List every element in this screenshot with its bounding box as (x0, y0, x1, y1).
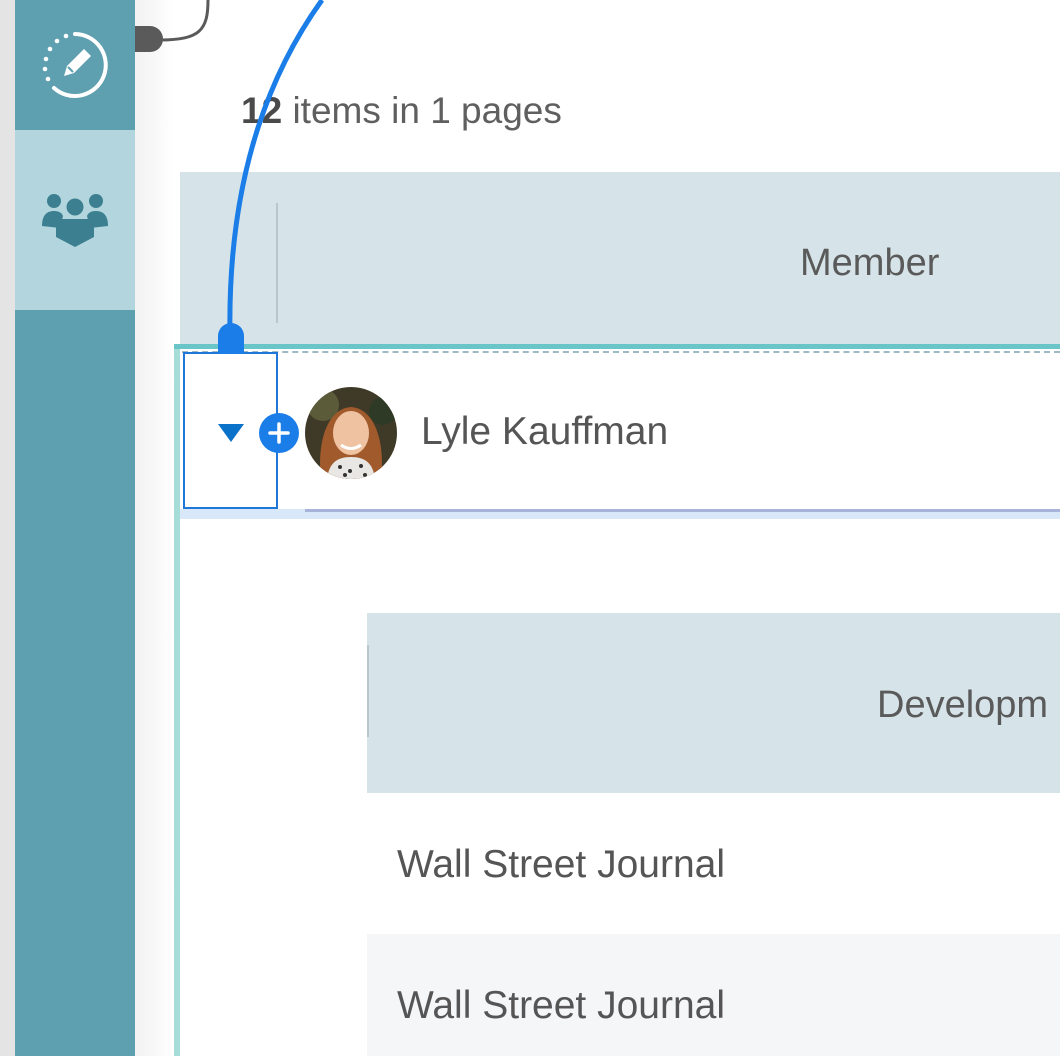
add-connection-button[interactable] (259, 413, 299, 453)
column-header-development[interactable]: Developm (877, 684, 1048, 727)
column-resize-handle[interactable] (276, 203, 278, 323)
table-header: Member (180, 172, 1060, 345)
table-row[interactable]: Wall Street Journal (367, 793, 1060, 933)
items-count-number: 12 (241, 90, 283, 131)
sidebar-item-edit[interactable] (15, 0, 135, 130)
row-divider (305, 509, 1060, 512)
column-header-member[interactable]: Member (800, 242, 939, 285)
team-icon (42, 194, 108, 247)
row-highlight-line (174, 344, 1060, 349)
sidebar-shadow (135, 0, 175, 1056)
expand-caret-icon[interactable] (218, 424, 244, 442)
window-edge (0, 0, 15, 1056)
pagination-summary: 12 items in 1 pages (241, 90, 562, 132)
sidebar (15, 0, 135, 1056)
items-count-label: items in 1 pages (292, 90, 562, 131)
nested-column-resize-handle[interactable] (367, 645, 369, 737)
publication-cell: Wall Street Journal (397, 984, 726, 1027)
row-drop-indicator (182, 351, 1060, 353)
nested-table-header: Developm (367, 613, 1060, 793)
table-row[interactable]: Wall Street Journal (367, 934, 1060, 1056)
avatar (305, 387, 397, 479)
member-name[interactable]: Lyle Kauffman (421, 410, 668, 454)
edit-icon (42, 32, 108, 98)
plus-icon (268, 422, 290, 444)
publication-cell: Wall Street Journal (397, 843, 726, 886)
sidebar-item-team[interactable] (15, 130, 135, 310)
